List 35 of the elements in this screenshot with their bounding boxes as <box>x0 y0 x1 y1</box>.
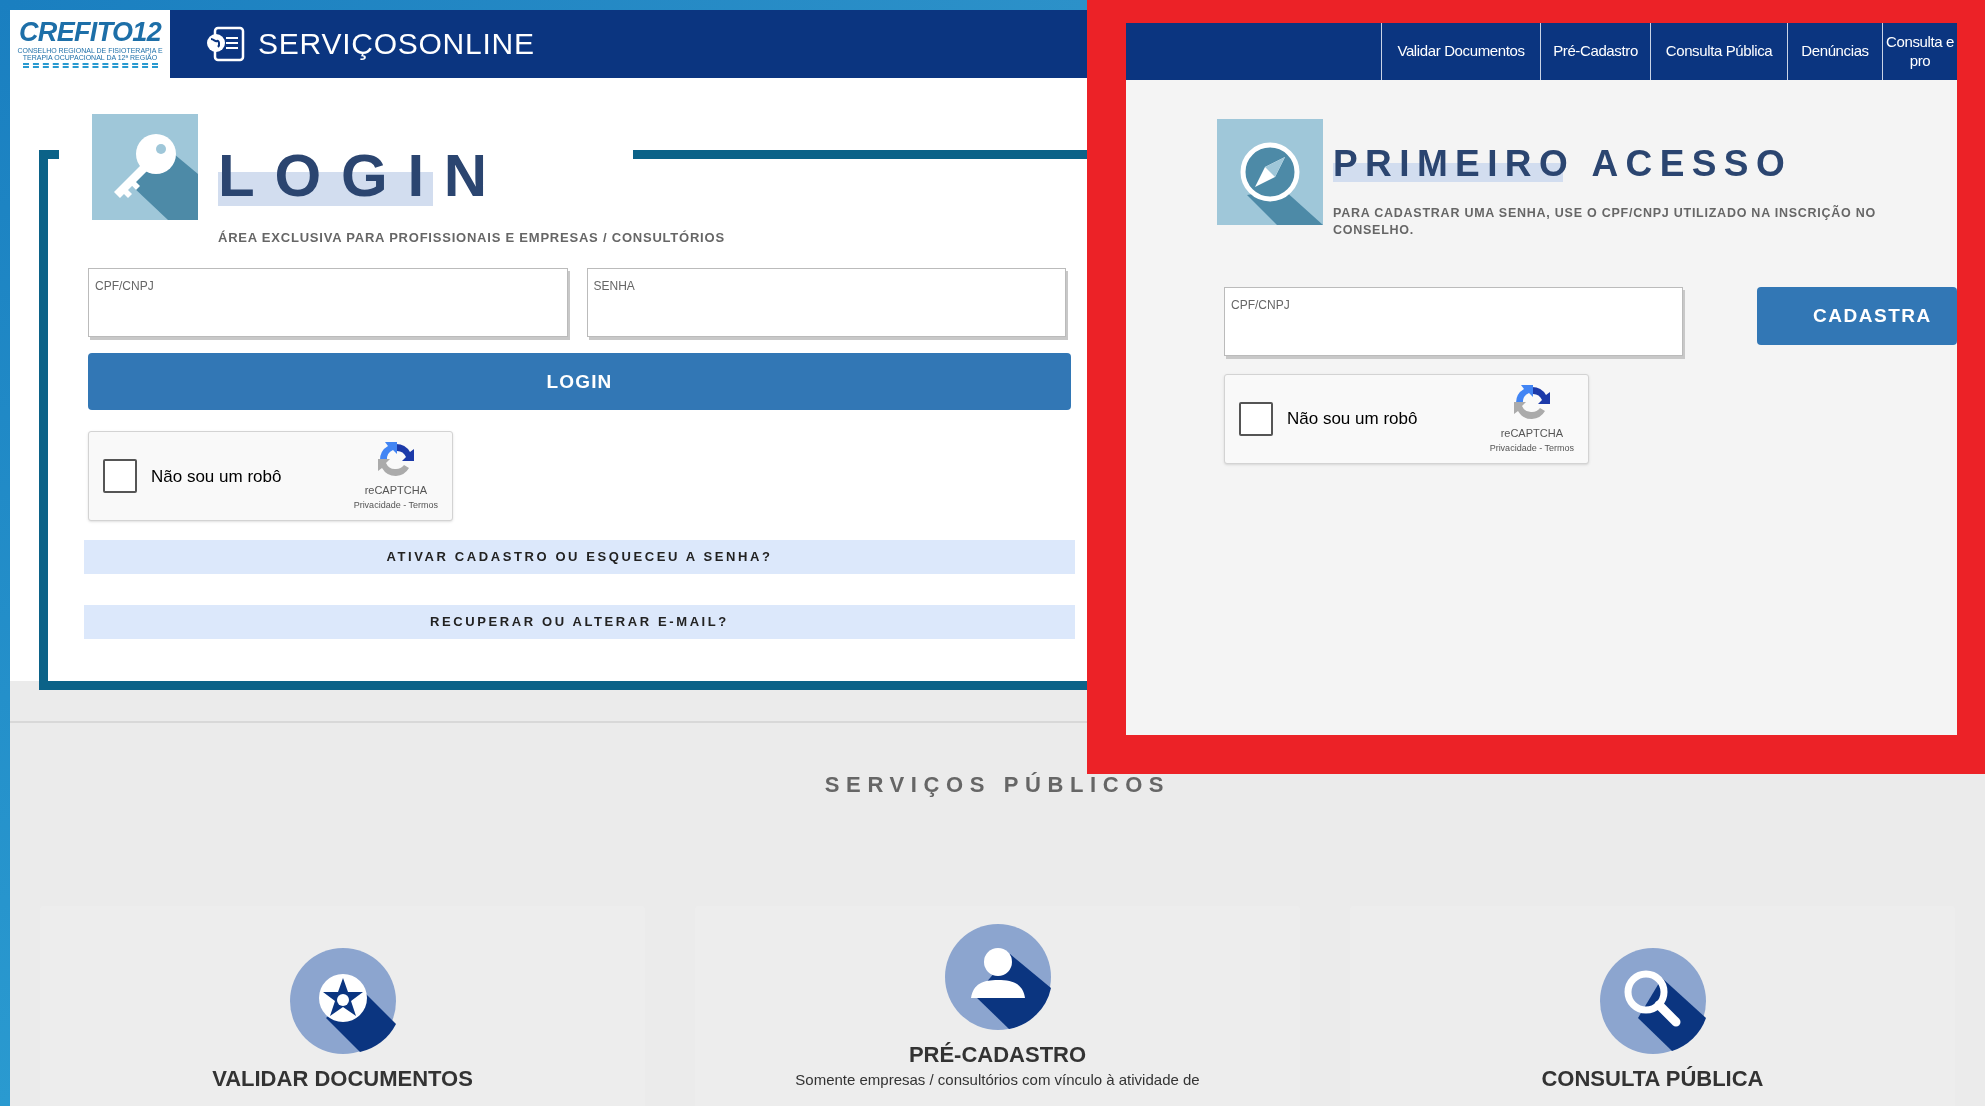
key-icon <box>92 113 198 220</box>
input-field[interactable]: SENHA <box>586 268 1066 338</box>
input-field[interactable]: CPF/CNPJ <box>1224 287 1683 356</box>
card-title: PRÉ-CADASTRO <box>908 1044 1087 1066</box>
privacy-terms-link[interactable]: Privacidade - Termos <box>353 498 438 513</box>
card-title: CONSULTA PÚBLICA <box>1541 1068 1764 1090</box>
emblem-icon <box>289 948 396 1054</box>
input-field[interactable]: CPF/CNPJ <box>88 268 568 338</box>
logo-text: CREFITO12 <box>19 19 161 47</box>
checkbox[interactable] <box>1239 402 1273 436</box>
recaptcha-brand: reCAPTCHA <box>1500 426 1563 441</box>
register-button[interactable]: CADASTRA <box>1757 287 1957 345</box>
checkbox-label: Não sou um robô <box>151 465 283 488</box>
header-title: SERVIÇOSONLINE <box>258 26 535 63</box>
nav-link[interactable]: Denúncias <box>1787 23 1882 80</box>
recaptcha-brand: reCAPTCHA <box>364 483 427 499</box>
subtitle: ÁREA EXCLUSIVA PARA PROFISSIONAIS E EMPRESAS / CONSULTÓRIOS <box>218 228 725 247</box>
compass-icon <box>1217 119 1323 225</box>
privacy-terms-link[interactable]: Privacidade - Termos <box>1489 441 1574 455</box>
nav-link[interactable]: Validar Documentos <box>1381 23 1540 80</box>
person-icon <box>944 924 1051 1030</box>
link-bar[interactable]: ATIVAR CADASTRO OU ESQUECEU A SENHA? <box>84 540 1075 575</box>
checkbox[interactable] <box>103 459 137 494</box>
card-description: Somente empresas / consultórios com vínculo à atividade de <box>795 1072 1200 1087</box>
instructions-text: PARA CADASTRAR UMA SENHA, USE O CPF/CNPJ UTILIZADO NA INSCRIÇÃO NO CONSELHO. <box>1333 205 1878 239</box>
search-icon <box>1599 948 1706 1054</box>
nav-link[interactable]: Consulta Pública <box>1650 23 1787 80</box>
link-bar[interactable]: RECUPERAR OU ALTERAR E-MAIL? <box>84 605 1075 640</box>
nav-link[interactable]: Consulta e pro <box>1882 23 1957 80</box>
card-title: VALIDAR DOCUMENTOS <box>212 1068 473 1090</box>
section-title: SERVIÇOS PÚBLICOS <box>824 771 1171 799</box>
checkbox-label: Não sou um robô <box>1287 408 1419 431</box>
login-button[interactable]: LOGIN <box>88 353 1071 411</box>
document-globe-icon <box>206 25 246 62</box>
nav-link[interactable]: Pré-Cadastro <box>1540 23 1650 80</box>
